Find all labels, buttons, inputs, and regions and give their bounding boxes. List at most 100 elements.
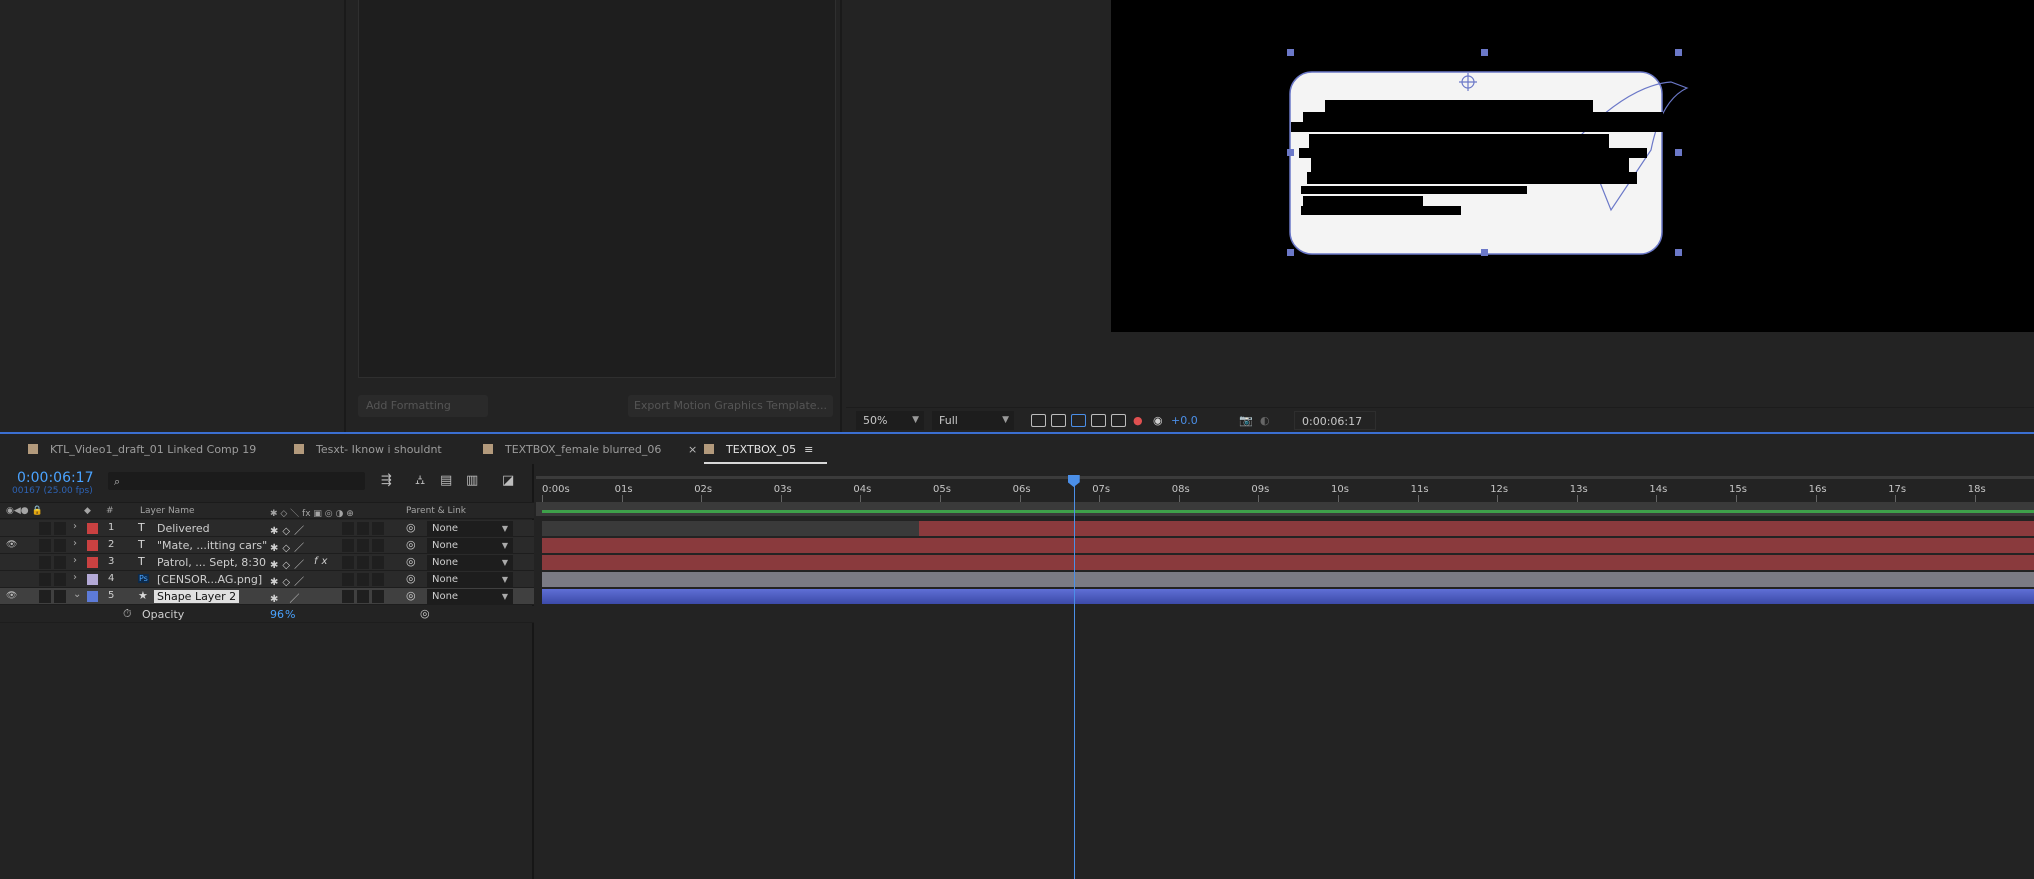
work-area-range[interactable] <box>542 510 2034 513</box>
label-icon[interactable]: ◆ <box>84 506 91 516</box>
fx-icon[interactable]: fx <box>314 556 331 567</box>
layer-row[interactable]: › 1 T Delivered ✱◇／ ◎ None ▼ <box>0 520 534 537</box>
layer-duration-bar[interactable] <box>542 572 2034 587</box>
chevron-right-icon[interactable]: › <box>73 521 77 532</box>
tab-tesxt[interactable]: Tesxt- Iknow i shouldnt <box>294 443 442 456</box>
lock-toggle[interactable] <box>54 522 66 535</box>
layer-name[interactable]: "Mate, ...itting cars" <box>157 539 267 552</box>
frame-blending-icon[interactable]: ▥ <box>466 473 478 488</box>
pick-whip-icon[interactable]: ◎ <box>406 555 416 568</box>
switches-icons[interactable]: ✱ ◇ ＼ fx ▣ ◎ ◑ ⊕ <box>270 506 354 519</box>
composition-mini-flowchart-icon[interactable]: ⇶ <box>381 473 392 488</box>
av-features-icon[interactable]: ◉◀● 🔒 <box>6 506 43 516</box>
label-color[interactable] <box>87 574 98 585</box>
layer-switches[interactable]: ✱◇／ <box>270 522 308 537</box>
solo-toggle[interactable] <box>39 522 51 535</box>
layer-switch-boxes[interactable] <box>342 573 387 589</box>
snapshot-icon[interactable]: 📷 <box>1239 414 1253 427</box>
layer-duration-bar[interactable] <box>542 589 2034 604</box>
fast-previews-icon[interactable] <box>1031 414 1046 427</box>
work-area-bar[interactable] <box>536 502 2034 516</box>
lock-toggle[interactable] <box>54 573 66 586</box>
layer-name-header[interactable]: Layer Name <box>140 506 195 516</box>
layer-search-input[interactable]: ⌕ <box>108 472 365 490</box>
layer-row[interactable]: › 3 T Patrol, ... Sept, 8:30 ✱◇／ fx ◎ No… <box>0 554 534 571</box>
mask-visibility-icon[interactable] <box>1071 414 1086 427</box>
visibility-icon[interactable]: 👁 <box>6 540 17 550</box>
current-time-indicator[interactable] <box>1073 478 1075 879</box>
hide-shy-layers-icon[interactable]: ▤ <box>440 473 452 488</box>
layer-name[interactable]: Shape Layer 2 <box>154 590 240 603</box>
layer-switches[interactable]: ✱ ／ <box>270 590 304 605</box>
layer-duration-bar[interactable] <box>542 555 2034 570</box>
chevron-right-icon[interactable]: › <box>73 555 77 566</box>
show-snapshot-icon[interactable]: ◐ <box>1260 414 1270 427</box>
layer-switches[interactable]: ✱◇／ <box>270 556 308 571</box>
layer-row[interactable]: 👁 › 2 T "Mate, ...itting cars" ✱◇／ ◎ Non… <box>0 537 534 554</box>
solo-toggle[interactable] <box>39 556 51 569</box>
solo-toggle[interactable] <box>39 573 51 586</box>
pick-whip-icon[interactable]: ◎ <box>406 521 416 534</box>
solo-toggle[interactable] <box>39 539 51 552</box>
parent-dropdown[interactable]: None ▼ <box>427 538 513 553</box>
pick-whip-icon[interactable]: ◎ <box>406 572 416 585</box>
channel-icon[interactable]: ● <box>1133 414 1143 427</box>
time-ruler[interactable]: 0:00s 01s 02s 03s 04s 05s 06s 07s 08s 09s 10s 11s 12… <box>536 476 2034 503</box>
color-management-icon[interactable]: ◉ <box>1153 414 1163 427</box>
chevron-right-icon[interactable]: › <box>73 572 77 583</box>
chevron-down-icon: ▼ <box>501 592 508 601</box>
current-timecode[interactable]: 0:00:06:17 <box>17 470 94 486</box>
viewer-timecode[interactable]: 0:00:06:17 <box>1294 411 1376 430</box>
resolution-value: Full <box>939 414 958 427</box>
layer-row[interactable]: › 4 Ps [CENSOR...AG.png] ✱◇／ ◎ None ▼ <box>0 571 534 588</box>
tab-linked-comp[interactable]: KTL_Video1_draft_01 Linked Comp 19 <box>28 443 256 456</box>
layer-name[interactable]: Delivered <box>157 522 210 535</box>
solo-toggle[interactable] <box>39 590 51 603</box>
transparency-grid-icon[interactable] <box>1051 414 1066 427</box>
search-icon: ⌕ <box>114 475 121 488</box>
graph-editor-icon[interactable]: ◪ <box>502 473 514 488</box>
menu-icon[interactable]: ≡ <box>804 443 813 456</box>
composition-canvas[interactable] <box>1111 0 2034 332</box>
pick-whip-icon[interactable]: ◎ <box>406 589 416 602</box>
layer-name[interactable]: Patrol, ... Sept, 8:30 <box>157 556 266 569</box>
layer-switches[interactable]: ✱◇／ <box>270 573 308 588</box>
exposure-value[interactable]: +0.0 <box>1171 414 1198 427</box>
layer-duration-bar[interactable] <box>542 538 2034 553</box>
region-of-interest-icon[interactable] <box>1091 414 1106 427</box>
draft-3d-icon[interactable]: ⛼ <box>415 473 425 490</box>
layer-switch-boxes[interactable] <box>342 522 387 538</box>
add-formatting-dropdown[interactable]: Add Formatting <box>358 395 488 417</box>
chevron-down-icon[interactable]: ⌄ <box>73 589 81 600</box>
guides-icon[interactable] <box>1111 414 1126 427</box>
zoom-dropdown[interactable]: 50% ▼ <box>856 411 924 430</box>
tab-textbox-05[interactable]: × TEXTBOX_05 ≡ <box>688 443 828 464</box>
label-color[interactable] <box>87 523 98 534</box>
layer-row[interactable]: 👁 ⌄ 5 ★ Shape Layer 2 ✱ ／ ◎ None ▼ <box>0 588 534 605</box>
lock-toggle[interactable] <box>54 556 66 569</box>
pick-whip-icon[interactable]: ◎ <box>420 607 430 620</box>
lock-toggle[interactable] <box>54 539 66 552</box>
visibility-icon[interactable]: 👁 <box>6 591 17 601</box>
opacity-value[interactable]: 96 <box>270 608 284 621</box>
chevron-right-icon[interactable]: › <box>73 538 77 549</box>
parent-dropdown[interactable]: None ▼ <box>427 521 513 536</box>
parent-dropdown[interactable]: None ▼ <box>427 589 513 604</box>
parent-dropdown[interactable]: None ▼ <box>427 572 513 587</box>
stopwatch-icon[interactable]: ⏱ <box>123 607 132 621</box>
label-color[interactable] <box>87 557 98 568</box>
parent-dropdown[interactable]: None ▼ <box>427 555 513 570</box>
layer-switch-boxes[interactable] <box>342 556 387 572</box>
resolution-dropdown[interactable]: Full ▼ <box>932 411 1014 430</box>
layer-switch-boxes[interactable] <box>342 539 387 555</box>
layer-name[interactable]: [CENSOR...AG.png] <box>157 573 262 586</box>
close-icon[interactable]: × <box>688 443 697 456</box>
pick-whip-icon[interactable]: ◎ <box>406 538 416 551</box>
layer-switch-boxes[interactable] <box>342 590 387 606</box>
export-template-button[interactable]: Export Motion Graphics Template... <box>628 395 833 417</box>
tab-textbox-female[interactable]: TEXTBOX_female blurred_06 <box>483 443 661 456</box>
lock-toggle[interactable] <box>54 590 66 603</box>
label-color[interactable] <box>87 591 98 602</box>
layer-switches[interactable]: ✱◇／ <box>270 539 308 554</box>
label-color[interactable] <box>87 540 98 551</box>
